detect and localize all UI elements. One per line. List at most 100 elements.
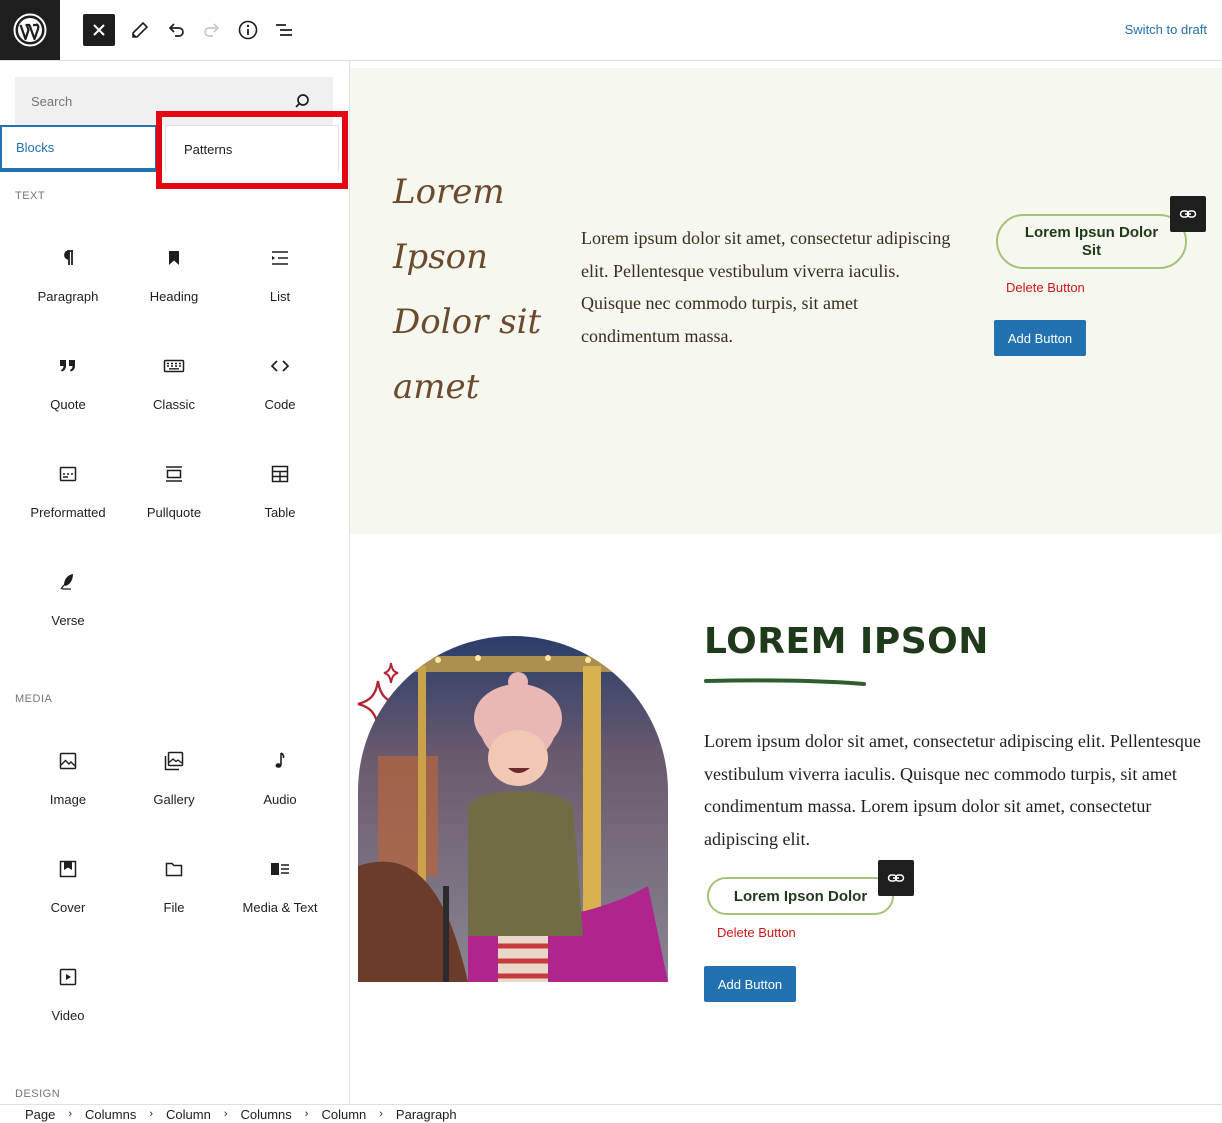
list-view-icon <box>276 24 292 36</box>
preformatted-icon <box>56 462 80 486</box>
editor-canvas: Lorem Ipson Dolor sit amet Lorem ipsum d… <box>350 61 1222 1104</box>
cover-icon <box>56 857 80 881</box>
keyboard-icon <box>162 354 186 378</box>
block-label: Video <box>51 1008 85 1023</box>
details-button[interactable] <box>232 14 264 46</box>
close-icon <box>93 24 105 36</box>
document-overview-button[interactable] <box>268 14 300 46</box>
link-button[interactable] <box>878 860 914 896</box>
block-label: Table <box>264 505 296 520</box>
tab-patterns[interactable]: Patterns <box>165 125 339 172</box>
block-audio[interactable]: Audio <box>227 735 333 835</box>
chevron-right-icon: › <box>379 1108 383 1120</box>
breadcrumb-item[interactable]: Page <box>25 1107 55 1122</box>
category-design-label: DESIGN <box>15 1088 61 1100</box>
block-label: Paragraph <box>37 289 99 304</box>
section-paragraph[interactable]: Lorem ipsum dolor sit amet, consectetur … <box>704 725 1222 855</box>
block-label: Preformatted <box>30 505 106 520</box>
search-box <box>15 77 333 125</box>
block-gallery[interactable]: Gallery <box>121 735 227 835</box>
close-inserter-button[interactable] <box>83 14 115 46</box>
table-icon <box>268 462 292 486</box>
block-table[interactable]: Table <box>227 448 333 548</box>
category-media-label: MEDIA <box>15 693 53 705</box>
undo-button[interactable] <box>160 14 192 46</box>
chevron-right-icon: › <box>223 1108 228 1120</box>
block-label: File <box>163 900 185 915</box>
delete-button[interactable]: Delete Button <box>717 925 796 940</box>
video-play-icon <box>56 965 80 989</box>
image-icon <box>56 749 80 773</box>
block-inserter-panel: Blocks Patterns TEXT Paragraph Heading L… <box>0 61 350 1104</box>
block-label: Gallery <box>153 792 195 807</box>
redo-icon <box>204 23 220 37</box>
feather-icon <box>56 570 80 594</box>
quote-icon <box>56 354 80 378</box>
gallery-icon <box>162 749 186 773</box>
folder-icon <box>162 857 186 881</box>
block-video[interactable]: Video <box>15 951 121 1051</box>
category-text-label: TEXT <box>15 190 46 202</box>
link-button[interactable] <box>1170 196 1206 232</box>
outline-button[interactable]: Lorem Ipson Dolor <box>707 877 894 915</box>
block-pullquote[interactable]: Pullquote <box>121 448 227 548</box>
undo-icon <box>168 23 184 37</box>
pencil-icon <box>132 21 149 38</box>
breadcrumb-item[interactable]: Column <box>166 1107 211 1122</box>
link-icon <box>887 874 905 882</box>
add-button[interactable]: Add Button <box>704 966 796 1002</box>
block-label: Audio <box>263 792 297 807</box>
block-cover[interactable]: Cover <box>15 843 121 943</box>
breadcrumb-item[interactable]: Columns <box>85 1107 136 1122</box>
block-label: Classic <box>153 397 195 412</box>
breadcrumb-item[interactable]: Column <box>321 1107 366 1122</box>
tools-button[interactable] <box>124 14 156 46</box>
chevron-right-icon: › <box>149 1108 154 1120</box>
block-preformatted[interactable]: Preformatted <box>15 448 121 548</box>
search-input[interactable] <box>15 77 295 125</box>
link-icon <box>1179 210 1197 218</box>
block-label: Cover <box>50 900 86 915</box>
section-paragraph[interactable]: Lorem ipsum dolor sit amet, consectetur … <box>581 222 961 352</box>
block-label: Image <box>49 792 87 807</box>
block-media-text[interactable]: Media & Text <box>227 843 333 943</box>
carousel-photo-image[interactable] <box>358 636 668 982</box>
breadcrumb-item[interactable]: Columns <box>240 1107 291 1122</box>
switch-to-draft-button[interactable]: Switch to draft <box>1125 22 1207 37</box>
search-icon[interactable] <box>293 92 311 115</box>
block-label: Media & Text <box>242 900 318 915</box>
media-text-icon <box>268 857 292 881</box>
bookmark-icon <box>162 246 186 270</box>
block-heading[interactable]: Heading <box>121 232 227 332</box>
tab-blocks[interactable]: Blocks <box>0 125 157 172</box>
block-list[interactable]: List <box>227 232 333 332</box>
redo-button[interactable] <box>196 14 228 46</box>
pullquote-icon <box>162 462 186 486</box>
section-heading[interactable]: LOREM IPSON <box>704 621 989 662</box>
heading-underline-decoration <box>704 678 866 686</box>
audio-note-icon <box>268 749 292 773</box>
top-toolbar: Switch to draft <box>0 0 1222 61</box>
block-quote[interactable]: Quote <box>15 340 121 440</box>
block-label: Quote <box>50 397 86 412</box>
chevron-right-icon: › <box>304 1108 309 1120</box>
block-verse[interactable]: Verse <box>15 556 121 656</box>
delete-button[interactable]: Delete Button <box>1006 280 1085 295</box>
block-image[interactable]: Image <box>15 735 121 835</box>
list-icon <box>268 246 292 270</box>
add-button[interactable]: Add Button <box>994 320 1086 356</box>
block-label: List <box>269 289 291 304</box>
chevron-right-icon: › <box>68 1108 73 1120</box>
section-title[interactable]: Lorem Ipson Dolor sit amet <box>393 160 553 420</box>
block-paragraph[interactable]: Paragraph <box>15 232 121 332</box>
code-icon <box>268 354 292 378</box>
outline-button[interactable]: Lorem Ipsun Dolor Sit <box>996 214 1187 269</box>
wordpress-logo-icon[interactable] <box>0 0 60 60</box>
cover-section[interactable]: Lorem Ipson Dolor sit amet Lorem ipsum d… <box>350 68 1222 534</box>
breadcrumb-item[interactable]: Paragraph <box>396 1107 457 1122</box>
block-classic[interactable]: Classic <box>121 340 227 440</box>
block-code[interactable]: Code <box>227 340 333 440</box>
block-label: Heading <box>149 289 199 304</box>
block-label: Pullquote <box>146 505 202 520</box>
block-file[interactable]: File <box>121 843 227 943</box>
